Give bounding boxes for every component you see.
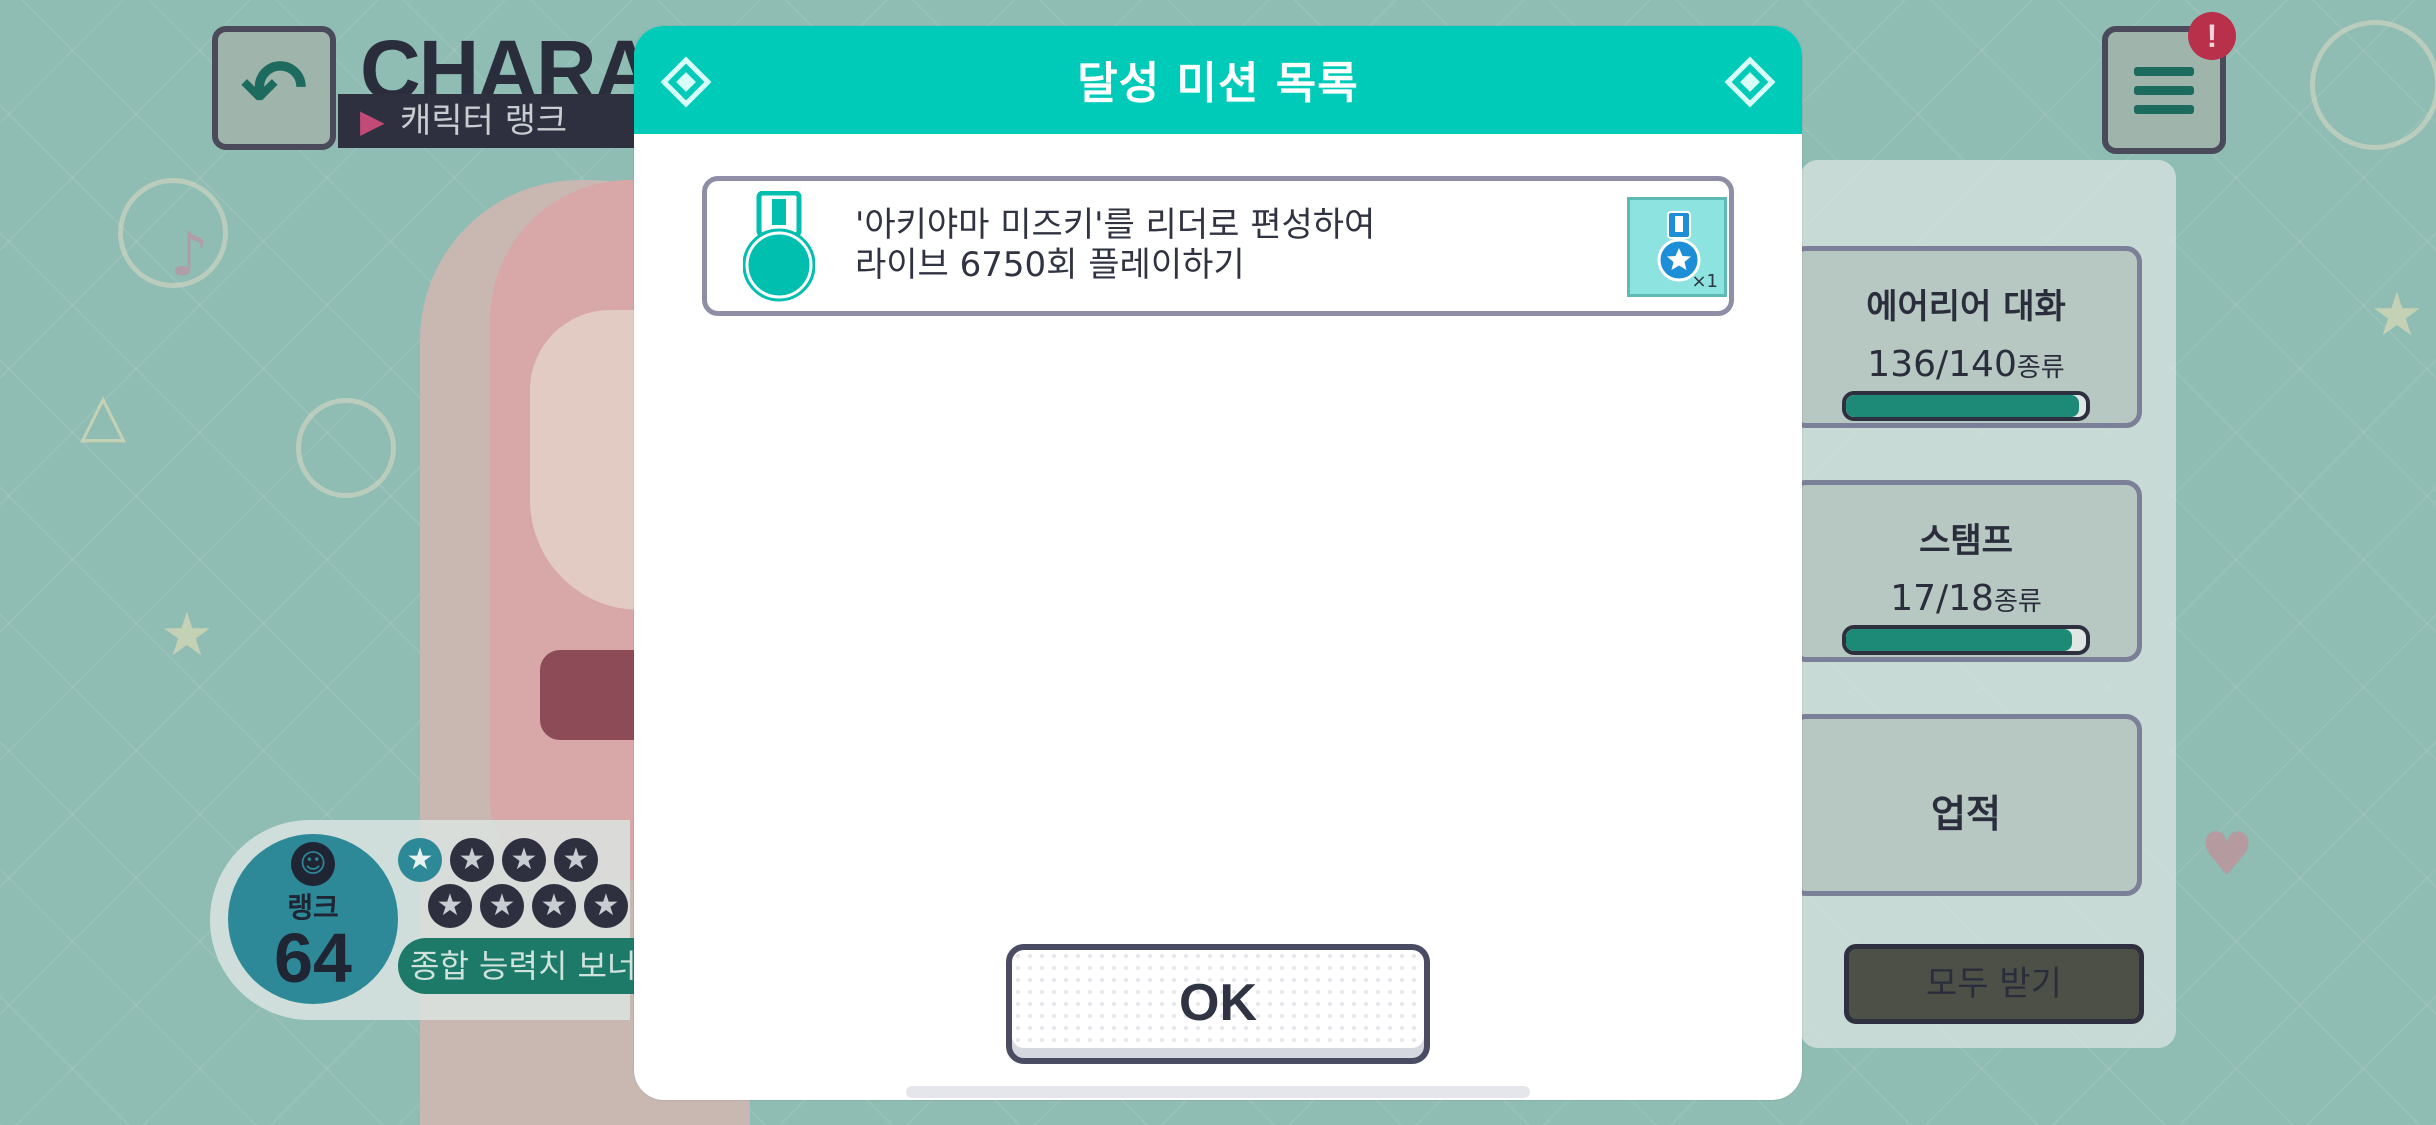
ok-button-label: OK [1179,974,1257,1032]
reward-item[interactable]: ×1 [1627,197,1727,297]
background-circle-decoration [2310,20,2436,150]
stamp-count-value: 17/18 [1890,578,1994,619]
star-icon: ★ [480,884,524,928]
ok-button[interactable]: OK [1006,944,1430,1064]
play-triangle-icon: ▶ [360,102,385,140]
star-decoration-icon: ★ [2370,280,2424,350]
total-stat-bonus-label[interactable]: 종합 능력치 보너 [398,938,638,994]
mission-description-line2: 라이브 6750회 플레이하기 [855,245,1245,285]
scroll-indicator [906,1086,1530,1098]
area-talk-count-unit: 종류 [2016,353,2065,383]
star-icon: ★ [428,884,472,928]
hamburger-menu-icon [2134,57,2194,124]
area-talk-progress [1842,391,2090,421]
exclamation-icon: ! [2188,12,2236,60]
back-button[interactable]: ↶ [212,26,336,150]
achievements-label: 업적 [1931,792,2001,836]
mission-item: '아키야마 미즈키'를 리더로 편성하여 라이브 6750회 플레이하기 ×1 [702,176,1734,316]
star-icon: ★ [450,838,494,882]
receive-all-button[interactable]: 모두 받기 [1844,944,2144,1024]
stamp-count-unit: 종류 [1993,587,2042,617]
star-icon: ★ [584,884,628,928]
stamp-progress [1842,625,2090,655]
star-icon: ★ [532,884,576,928]
star-decoration-icon: ★ [160,600,214,670]
achieved-missions-dialog: 달성 미션 목록 '아키야마 미즈키'를 리더로 편성하여 라이브 6750회 … [634,26,1802,1100]
mission-description-line1: '아키야마 미즈키'를 리더로 편성하여 [855,205,1376,245]
back-arrow-icon: ↶ [240,41,308,135]
star-icon: ★ [502,838,546,882]
star-icon: ★ [554,838,598,882]
rank-value: 64 [274,919,352,997]
area-talk-count: 136/140종류 [1795,344,2137,385]
dialog-header: 달성 미션 목록 [634,26,1802,134]
stamp-count: 17/18종류 [1795,578,2137,619]
area-talk-label: 에어리어 대화 [1866,287,2066,327]
stamp-card[interactable]: 스탬프 17/18종류 [1790,480,2142,662]
achievements-card[interactable]: 업적 [1790,714,2142,896]
heart-decoration-icon: ♥ [2200,820,2254,890]
reward-quantity: ×1 [1691,271,1718,292]
triangle-decoration-icon: △ [80,380,127,450]
dialog-title: 달성 미션 목록 [1077,58,1359,109]
background-circle-decoration [296,398,396,498]
note-decoration-icon: ♪ [170,220,209,290]
stamp-label: 스탬프 [1919,521,2013,561]
medal-icon [743,191,815,302]
area-talk-count-value: 136/140 [1867,344,2017,385]
screen: ★ ★ ♥ ♪ △ ↶ CHARAC ▶ 캐릭터 랭크 ! 에어리어 대화 13… [0,0,2436,1125]
rank-badge: ☺ 랭크 64 [228,834,398,1004]
page-subtitle-text: 캐릭터 랭크 [400,101,568,141]
star-icon: ★ [398,838,442,882]
mission-description: '아키야마 미즈키'를 리더로 편성하여 라이브 6750회 플레이하기 [855,205,1375,285]
area-talk-card[interactable]: 에어리어 대화 136/140종류 [1790,246,2142,428]
page-subtitle: ▶ 캐릭터 랭크 [338,94,648,148]
smile-icon: ☺ [291,842,335,886]
rank-stars: ★ ★ ★ ★ ★ ★ ★ ★ [398,838,638,930]
